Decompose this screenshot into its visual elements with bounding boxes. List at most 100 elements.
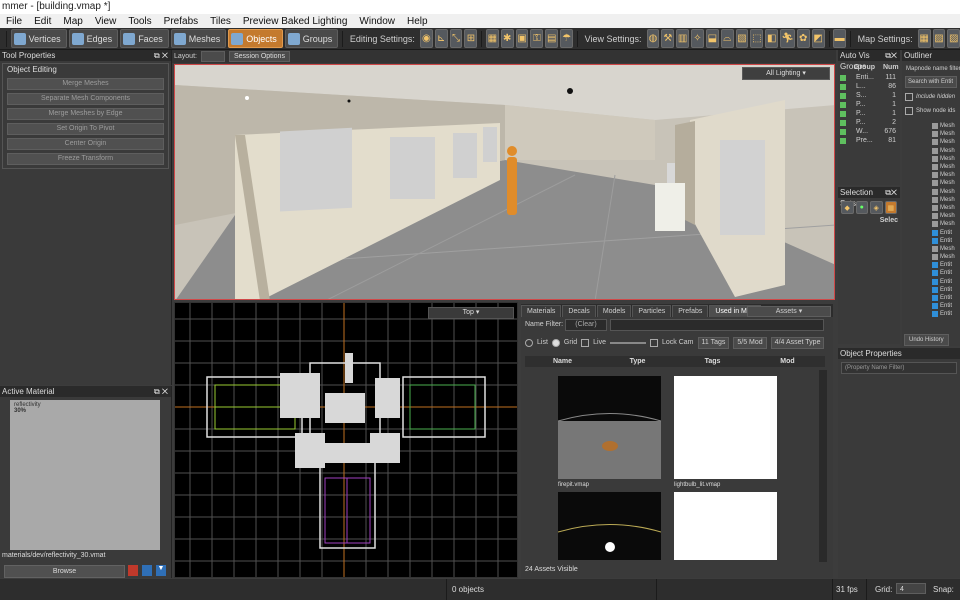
clear-filter-button[interactable]: (Clear): [565, 319, 607, 331]
lighting-icon[interactable]: ◍: [646, 29, 660, 48]
grid-radio[interactable]: [551, 338, 560, 347]
effects-icon[interactable]: ✿: [796, 29, 810, 48]
tools-visibility-icon[interactable]: ⚒: [661, 29, 675, 48]
vis-checkbox[interactable]: [840, 83, 846, 90]
mod-filter-button[interactable]: 5/5 Mod: [733, 336, 767, 349]
snap-icon[interactable]: ⊞: [464, 29, 478, 48]
outliner-search-input[interactable]: Search with Entit: [905, 76, 957, 88]
panel-float-close-icon[interactable]: ⧉ ✕: [154, 386, 171, 397]
asset-scrollbar[interactable]: [819, 370, 827, 562]
vis-checkbox[interactable]: [840, 101, 846, 108]
mode-button-groups[interactable]: Groups: [284, 29, 339, 48]
outliner-item[interactable]: Mesh: [902, 130, 960, 138]
selection-remove-icon[interactable]: ◈: [870, 201, 883, 214]
outliner-item[interactable]: Entit: [902, 269, 960, 277]
outliner-item[interactable]: Entit: [902, 228, 960, 236]
vis-group-row[interactable]: P... 1: [838, 100, 900, 109]
selection-add-icon[interactable]: ◆: [841, 201, 854, 214]
asset-tab[interactable]: Materials: [521, 305, 562, 317]
material-blue-icon[interactable]: [142, 565, 152, 576]
vis-group-row[interactable]: P... 1: [838, 109, 900, 118]
panel-float-close-icon[interactable]: ⧉✕: [885, 50, 900, 61]
grid-toggle-icon[interactable]: ▦: [485, 29, 499, 48]
outliner-item[interactable]: Entit: [902, 286, 960, 294]
outliner-item[interactable]: Entit: [902, 237, 960, 245]
mode-button-edges[interactable]: Edges: [68, 29, 119, 48]
outliner-item[interactable]: Entit: [902, 261, 960, 269]
vis-group-row[interactable]: P... 2: [838, 118, 900, 127]
lightbulb-icon[interactable]: ✧: [691, 29, 704, 48]
menu-item[interactable]: Help: [401, 16, 434, 27]
column-header[interactable]: Mod: [750, 356, 825, 367]
camera-icon[interactable]: ⬓: [705, 29, 719, 48]
column-header[interactable]: Name: [525, 356, 600, 367]
selection-grid-icon[interactable]: ▦: [884, 201, 897, 214]
tool-button[interactable]: Freeze Transform: [7, 153, 164, 165]
viewport-2d-top[interactable]: Top ▾: [174, 302, 518, 578]
menu-item[interactable]: Edit: [28, 16, 57, 27]
outliner-item[interactable]: Entit: [902, 294, 960, 302]
outliner-item[interactable]: Entit: [902, 310, 960, 318]
lock-cam-checkbox[interactable]: [649, 338, 658, 347]
map-settings-icon-2[interactable]: ▨: [932, 29, 946, 48]
menu-item[interactable]: Map: [57, 16, 88, 27]
mode-button-objects[interactable]: Objects: [228, 29, 283, 48]
menu-item[interactable]: Prefabs: [158, 16, 204, 27]
fog-icon[interactable]: ◩: [811, 29, 825, 48]
undo-history-tab[interactable]: Undo History: [904, 334, 949, 346]
show-node-ids-checkbox[interactable]: [905, 107, 913, 115]
vis-group-row[interactable]: Pre... 81: [838, 136, 900, 145]
panel-float-close-icon[interactable]: ⧉ ✕: [154, 50, 171, 61]
chevron-down-icon[interactable]: ▼: [156, 565, 166, 576]
mode-button-vertices[interactable]: Vertices: [10, 29, 67, 48]
vis-checkbox[interactable]: [840, 92, 846, 99]
outliner-item[interactable]: Entit: [902, 278, 960, 286]
outliner-item[interactable]: Entit: [902, 302, 960, 310]
asset-thumb-3[interactable]: [557, 492, 662, 560]
tool-button[interactable]: Merge Meshes by Edge: [7, 108, 164, 120]
vis-group-row[interactable]: W... 676: [838, 127, 900, 136]
model-icon[interactable]: ⬚: [750, 29, 764, 48]
outliner-item[interactable]: Mesh: [902, 122, 960, 130]
collision-icon[interactable]: ▣: [515, 29, 529, 48]
asset-tab[interactable]: Models: [596, 305, 632, 317]
vis-checkbox[interactable]: [840, 128, 846, 135]
menu-item[interactable]: View: [89, 16, 123, 27]
map-settings-icon-3[interactable]: ▨: [947, 29, 960, 48]
material-thumbnail[interactable]: reflectivity 30%: [10, 400, 160, 550]
outliner-item[interactable]: Mesh: [902, 253, 960, 261]
live-checkbox[interactable]: [581, 338, 590, 347]
asset-type-filter-button[interactable]: 4/4 Asset Type: [770, 336, 825, 349]
mode-button-meshes[interactable]: Meshes: [170, 29, 227, 48]
outliner-item[interactable]: Mesh: [902, 245, 960, 253]
menu-item[interactable]: File: [0, 16, 28, 27]
grid-size-dropdown[interactable]: 4: [896, 583, 926, 594]
vis-group-row[interactable]: L... 86: [838, 82, 900, 91]
outliner-item[interactable]: Mesh: [902, 212, 960, 220]
name-filter-input[interactable]: [610, 319, 824, 331]
vis-group-row[interactable]: S... 1: [838, 91, 900, 100]
sky-icon[interactable]: ⌓: [720, 29, 734, 48]
local-space-icon[interactable]: ⊾: [434, 29, 448, 48]
vis-group-row[interactable]: Enti... 111: [838, 73, 900, 82]
outliner-item[interactable]: Mesh: [902, 188, 960, 196]
browse-button[interactable]: Browse: [4, 565, 125, 578]
umbrella-icon[interactable]: ☂: [560, 29, 574, 48]
pivot-icon[interactable]: ◉: [419, 29, 433, 48]
menu-item[interactable]: Tiles: [204, 16, 237, 27]
outliner-item[interactable]: Mesh: [902, 171, 960, 179]
mode-button-faces[interactable]: Faces: [120, 29, 169, 48]
menu-item[interactable]: Window: [353, 16, 401, 27]
vis-checkbox[interactable]: [840, 119, 846, 126]
asset-thumb-firepit[interactable]: [557, 376, 662, 479]
cube-icon[interactable]: ◧: [765, 29, 779, 48]
property-filter-input[interactable]: (Property Name Filter): [841, 362, 957, 374]
lock-icon[interactable]: ⚿: [530, 29, 544, 48]
outliner-item[interactable]: Mesh: [902, 196, 960, 204]
outliner-item[interactable]: Mesh: [902, 138, 960, 146]
texture-lock-icon[interactable]: ▤: [545, 29, 559, 48]
save-icon[interactable]: ▬: [833, 29, 846, 48]
panel-float-close-icon[interactable]: ⧉✕: [885, 187, 900, 198]
vis-checkbox[interactable]: [840, 110, 846, 117]
column-header[interactable]: Type: [600, 356, 675, 367]
